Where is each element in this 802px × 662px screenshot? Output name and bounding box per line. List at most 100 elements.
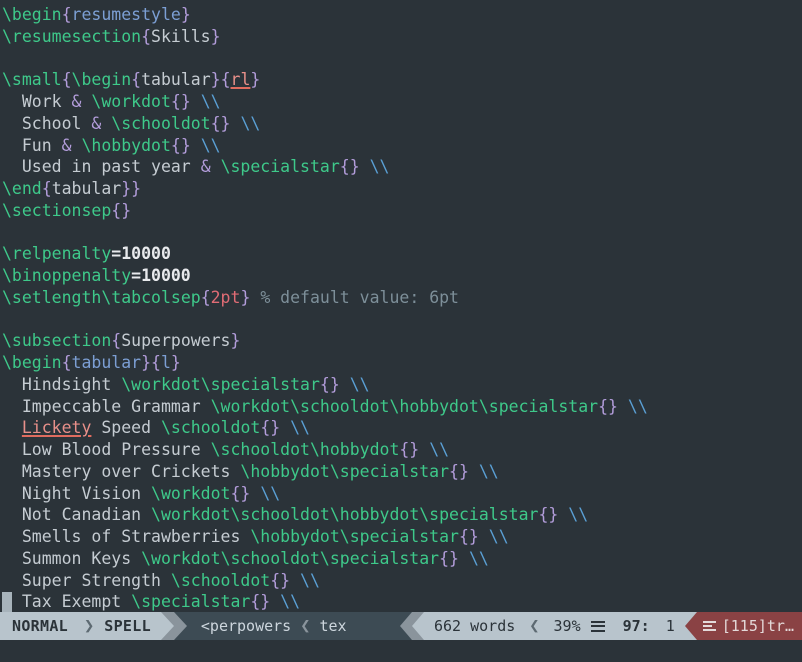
token-plain: Impeccable Grammar — [2, 396, 211, 416]
token-brace: {} — [170, 135, 191, 155]
token-cmd: \relpenalty — [2, 244, 112, 264]
token-cmd: \subsection — [2, 331, 112, 351]
token-brace: {} — [598, 396, 618, 416]
token-brace: { — [61, 353, 72, 372]
editor-line[interactable]: Summon Keys \workdot\schooldot\specialst… — [0, 548, 802, 570]
token-brace: { — [200, 287, 211, 307]
file-separator-icon: ❮ — [300, 616, 311, 636]
token-spell: rl — [230, 70, 251, 90]
status-filename[interactable]: <perpowers ❮ tex — [186, 612, 400, 640]
token-cmd: \hobbydot — [250, 527, 340, 546]
editor-line[interactable]: \subsection{Superpowers} — [0, 330, 802, 352]
editor-line[interactable]: \small{\begin{tabular}{rl} — [0, 69, 802, 91]
editor-line[interactable]: Lickety Speed \schooldot{} \\ — [0, 417, 802, 439]
token-cmd: \begin — [71, 70, 132, 90]
diff-lines-icon — [702, 621, 716, 631]
editor-line[interactable] — [0, 222, 802, 244]
editor-line[interactable]: Tax Exempt \specialstar{} \\ — [0, 591, 802, 612]
editor-buffer[interactable]: \begin{resumestyle} \resumesection{Skills… — [0, 0, 802, 612]
text-cursor — [2, 592, 12, 612]
token-cmd: \small — [2, 70, 62, 90]
token-nl: \\ — [627, 396, 648, 416]
token-cmd: \workdot — [121, 374, 201, 394]
token-arg: resumestyle — [71, 5, 181, 24]
token-cmd: \begin — [2, 353, 62, 372]
token-brace: } — [210, 70, 221, 90]
file-arrow-left-icon — [400, 612, 412, 640]
token-cmd: \setlength — [2, 287, 102, 307]
token-nl: \\ — [300, 570, 320, 590]
editor-line[interactable]: Mastery over Crickets \hobbydot\specials… — [0, 461, 802, 483]
token-cmd: \schooldot — [210, 440, 310, 459]
editor-line[interactable]: \sectionsep{} — [0, 200, 802, 222]
editor-line[interactable]: \begin{resumestyle} — [0, 4, 802, 26]
token-cmd: \hobbydot — [389, 396, 479, 416]
editor-line[interactable]: \relpenalty=10000 — [0, 243, 802, 265]
token-cmd: \binoppenalty — [2, 266, 132, 285]
mode-arrow-icon — [160, 612, 174, 640]
editor-line[interactable]: Smells of Strawberries \hobbydot\special… — [0, 526, 802, 548]
filename-label: <perpowers — [200, 617, 292, 635]
command-line[interactable] — [0, 640, 802, 662]
token-brace: {} — [458, 527, 479, 546]
token-nl: \\ — [488, 527, 509, 546]
token-cmd: \sectionsep — [2, 200, 112, 220]
editor-line[interactable]: \end{tabular}} — [0, 178, 802, 200]
editor-line[interactable]: Super Strength \schooldot{} \\ — [0, 570, 802, 592]
token-brace: }} — [121, 179, 142, 198]
token-brace: {} — [339, 157, 360, 177]
editor-line[interactable]: Work & \workdot{} \\ — [0, 91, 802, 113]
editor-line[interactable]: Low Blood Pressure \schooldot\hobbydot{}… — [0, 439, 802, 461]
editor-line[interactable] — [0, 309, 802, 331]
token-cmd: \tabcolsep — [101, 287, 201, 307]
token-brace: } — [250, 70, 261, 90]
token-nl: \\ — [568, 505, 589, 525]
status-spell[interactable]: SPELL — [100, 612, 161, 640]
editor-line[interactable]: Used in past year & \specialstar{} \\ — [0, 156, 802, 178]
token-cmd: \hobbydot — [240, 461, 330, 481]
editor-line[interactable]: Night Vision \workdot{} \\ — [0, 483, 802, 505]
editor-line[interactable] — [0, 48, 802, 70]
status-warning[interactable]: [115]tr… — [696, 612, 802, 640]
token-brace: {} — [399, 440, 420, 459]
words-separator-icon: ❮ — [523, 612, 546, 640]
editor-line[interactable]: \binoppenalty=10000 — [0, 265, 802, 287]
editor-line[interactable]: Not Canadian \workdot\schooldot\hobbydot… — [0, 504, 802, 526]
token-nl: \\ — [290, 418, 310, 438]
mode-arrow-secondary-icon — [173, 612, 187, 640]
token-cmd: \specialstar — [419, 505, 539, 525]
warning-arrow-left-icon — [684, 612, 697, 640]
token-cmd: \schooldot — [170, 570, 271, 590]
token-plain: Not Canadian — [2, 505, 152, 525]
token-brace: {} — [319, 374, 340, 394]
token-amp: & — [91, 113, 102, 133]
editor-line[interactable]: Hindsight \workdot\specialstar{} \\ — [0, 374, 802, 396]
token-brace: { — [41, 179, 52, 198]
editor-line[interactable]: \begin{tabular}{l} — [0, 352, 802, 374]
token-cmd: \specialstar — [131, 592, 251, 612]
editor-line[interactable]: Fun & \hobbydot{} \\ — [0, 135, 802, 157]
token-amp: & — [200, 157, 211, 177]
token-brace: { — [61, 5, 72, 24]
editor-line[interactable]: Impeccable Grammar \workdot\schooldot\ho… — [0, 396, 802, 418]
token-cmd: \schooldot — [230, 505, 330, 525]
token-plain: Super Strength — [2, 570, 171, 590]
editor-line[interactable]: \resumesection{Skills} — [0, 26, 802, 48]
editor-line[interactable]: \setlength\tabcolsep{2pt} % default valu… — [0, 287, 802, 309]
editor-line[interactable]: School & \schooldot{} \\ — [0, 113, 802, 135]
token-cmd: \schooldot — [111, 113, 211, 133]
token-nl: \\ — [429, 440, 450, 459]
token-brace: } — [230, 331, 241, 351]
token-plain: Used in past year — [2, 157, 201, 177]
token-cmd: \workdot — [141, 548, 221, 568]
token-cmd: \schooldot — [290, 396, 390, 416]
token-arg: l — [160, 353, 171, 372]
